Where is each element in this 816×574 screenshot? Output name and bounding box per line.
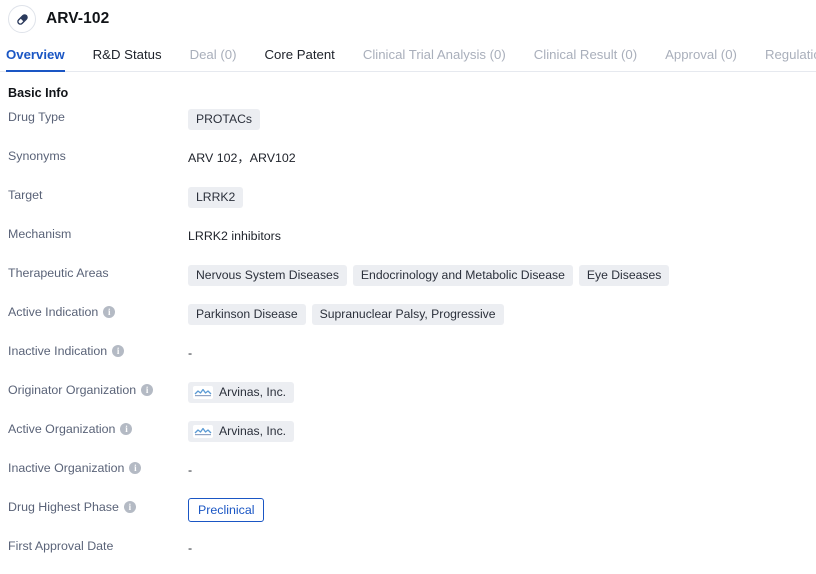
tab-regulation[interactable]: Regulation (0) (765, 47, 816, 71)
info-label-text: Inactive Indication (8, 344, 108, 358)
info-icon[interactable]: i (141, 384, 154, 396)
basic-info-table: Drug Type PROTACs Synonyms ARV 102，ARV10… (0, 106, 816, 574)
info-value: Arvinas, Inc. (188, 379, 816, 403)
drug-type-chip[interactable]: PROTACs (188, 108, 260, 130)
mechanism-value: LRRK2 inhibitors (188, 229, 281, 243)
section-title-basic-info: Basic Info (8, 86, 69, 100)
info-value: - (188, 457, 816, 481)
info-row-inactive-indication: Inactive Indication i - (8, 340, 816, 379)
info-label: Originator Organization i (8, 379, 188, 397)
info-label-text: Inactive Organization (8, 461, 125, 475)
info-label-text: Drug Highest Phase (8, 500, 119, 514)
info-row-drug-highest-phase: Drug Highest Phase i Preclinical (8, 496, 816, 535)
info-icon[interactable]: i (103, 306, 116, 318)
organization-name: Arvinas, Inc. (219, 384, 287, 399)
info-value: Preclinical (188, 496, 816, 522)
active-organization-chip[interactable]: Arvinas, Inc. (188, 420, 295, 442)
therapeutic-area-chip[interactable]: Nervous System Diseases (188, 264, 347, 286)
tab-deal[interactable]: Deal (0) (190, 47, 237, 71)
info-value: Arvinas, Inc. (188, 418, 816, 442)
tab-clinical-result[interactable]: Clinical Result (0) (534, 47, 637, 71)
info-value: Nervous System Diseases Endocrinology an… (188, 262, 816, 286)
info-row-target: Target LRRK2 (8, 184, 816, 223)
info-row-inactive-organization: Inactive Organization i - (8, 457, 816, 496)
capsule-pill-icon (8, 5, 36, 33)
tab-core-patent[interactable]: Core Patent (264, 47, 334, 71)
info-label-text: Active Organization (8, 422, 116, 436)
info-label-text: Therapeutic Areas (8, 266, 109, 280)
info-icon[interactable]: i (120, 423, 133, 435)
info-label: Mechanism (8, 223, 188, 241)
info-row-originator-organization: Originator Organization i Arvinas, Inc. (8, 379, 816, 418)
info-label: Active Organization i (8, 418, 188, 436)
info-value: Parkinson Disease Supranuclear Palsy, Pr… (188, 301, 816, 325)
info-label: Synonyms (8, 145, 188, 163)
info-value: LRRK2 (188, 184, 816, 208)
info-label-text: Target (8, 188, 43, 202)
tab-overview[interactable]: Overview (6, 47, 65, 72)
target-chip[interactable]: LRRK2 (188, 186, 244, 208)
inactive-organization-value: - (188, 463, 193, 477)
tab-rd-status[interactable]: R&D Status (93, 47, 162, 71)
info-label: Inactive Organization i (8, 457, 188, 475)
info-label-text: Active Indication (8, 305, 99, 319)
info-label: First Approval Date (8, 535, 188, 553)
info-label: Target (8, 184, 188, 202)
info-row-therapeutic-areas: Therapeutic Areas Nervous System Disease… (8, 262, 816, 301)
info-label: Inactive Indication i (8, 340, 188, 358)
synonyms-value: ARV 102，ARV102 (188, 151, 296, 165)
therapeutic-area-chip[interactable]: Eye Diseases (578, 264, 670, 286)
active-indication-chip[interactable]: Parkinson Disease (188, 303, 306, 325)
info-icon[interactable]: i (112, 345, 125, 357)
inactive-indication-value: - (188, 346, 193, 360)
info-value: ARV 102，ARV102 (188, 145, 816, 169)
therapeutic-area-chip[interactable]: Endocrinology and Metabolic Disease (352, 264, 573, 286)
info-row-active-organization: Active Organization i Arvinas, Inc. (8, 418, 816, 457)
info-label-text: Drug Type (8, 110, 65, 124)
info-row-active-indication: Active Indication i Parkinson Disease Su… (8, 301, 816, 340)
first-approval-date-value: - (188, 541, 193, 555)
tab-clinical-trial-analysis[interactable]: Clinical Trial Analysis (0) (363, 47, 506, 71)
info-label-text: Originator Organization (8, 383, 137, 397)
info-label: Therapeutic Areas (8, 262, 188, 280)
drug-highest-phase-badge[interactable]: Preclinical (188, 498, 265, 522)
info-row-mechanism: Mechanism LRRK2 inhibitors (8, 223, 816, 262)
info-value: LRRK2 inhibitors (188, 223, 816, 247)
info-row-first-approval-date: First Approval Date - (8, 535, 816, 574)
active-indication-chip[interactable]: Supranuclear Palsy, Progressive (311, 303, 504, 325)
info-icon[interactable]: i (129, 462, 142, 474)
organization-logo-icon (193, 424, 213, 438)
info-value: - (188, 535, 816, 559)
page-title: ARV-102 (46, 10, 110, 27)
info-row-synonyms: Synonyms ARV 102，ARV102 (8, 145, 816, 184)
organization-logo-icon (193, 385, 213, 399)
page-header: ARV-102 (0, 0, 816, 38)
info-icon[interactable]: i (123, 501, 136, 513)
organization-name: Arvinas, Inc. (219, 423, 287, 438)
info-label-text: Mechanism (8, 227, 72, 241)
info-label: Active Indication i (8, 301, 188, 319)
info-label: Drug Highest Phase i (8, 496, 188, 514)
info-label-text: First Approval Date (8, 539, 114, 553)
info-value: - (188, 340, 816, 364)
info-value: PROTACs (188, 106, 816, 130)
originator-organization-chip[interactable]: Arvinas, Inc. (188, 381, 295, 403)
tab-bar: Overview R&D Status Deal (0) Core Patent… (0, 38, 816, 72)
info-label-text: Synonyms (8, 149, 66, 163)
tab-approval[interactable]: Approval (0) (665, 47, 737, 71)
info-label: Drug Type (8, 106, 188, 124)
info-row-drug-type: Drug Type PROTACs (8, 106, 816, 145)
